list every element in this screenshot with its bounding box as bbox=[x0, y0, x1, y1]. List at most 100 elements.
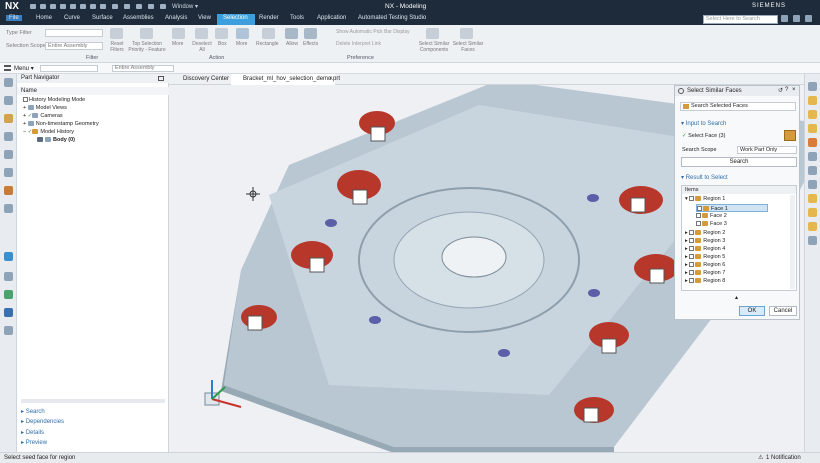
section-preview[interactable]: ▸ Preview bbox=[21, 438, 47, 448]
result-region-4[interactable]: ▸ Region 4 bbox=[685, 245, 725, 253]
section-dependencies[interactable]: ▸ Dependencies bbox=[21, 417, 64, 427]
select-similar-components-icon[interactable] bbox=[426, 28, 439, 39]
cancel-button[interactable]: Cancel bbox=[769, 306, 797, 316]
roles-icon[interactable] bbox=[4, 290, 13, 299]
tab-analysis[interactable]: Analysis bbox=[165, 15, 187, 21]
command-search-input[interactable]: Select Here to Search bbox=[703, 15, 778, 24]
maximize-navigator-icon[interactable] bbox=[158, 76, 164, 81]
section-details[interactable]: ▸ Details bbox=[21, 428, 44, 438]
hd3d-tools-icon[interactable] bbox=[4, 168, 13, 177]
settings-icon[interactable] bbox=[4, 78, 13, 87]
select-face-button[interactable] bbox=[784, 130, 796, 141]
tab-application[interactable]: Application bbox=[317, 15, 346, 21]
close-icon[interactable] bbox=[805, 15, 812, 22]
delete-interpret-link-option[interactable]: Delete Interpret Link bbox=[336, 41, 381, 47]
tab-close-icon[interactable]: × bbox=[329, 76, 333, 82]
reset-icon[interactable]: ↺ bbox=[778, 87, 783, 94]
knowledge-fusion-icon[interactable] bbox=[4, 308, 13, 317]
tree-row-model-history[interactable]: − ✓ Model History bbox=[23, 128, 74, 136]
select-face-row[interactable]: ✓ Select Face (3) bbox=[682, 133, 725, 139]
tab-curve[interactable]: Curve bbox=[64, 15, 80, 21]
copy-icon[interactable] bbox=[70, 4, 76, 9]
window-menu[interactable]: Window ▾ bbox=[172, 3, 198, 10]
tree-row-body[interactable]: Body (0) bbox=[37, 136, 75, 144]
part-navigator-icon[interactable] bbox=[4, 114, 13, 123]
navigator-hscrollbar[interactable] bbox=[21, 399, 165, 403]
result-region-6[interactable]: ▸ Region 6 bbox=[685, 261, 725, 269]
redo-icon[interactable] bbox=[50, 4, 56, 9]
notification-count[interactable]: 1 Notification bbox=[766, 453, 801, 463]
select-similar-faces-icon[interactable] bbox=[460, 28, 473, 39]
search-button[interactable]: Search bbox=[681, 157, 797, 167]
mic-icon[interactable] bbox=[112, 4, 118, 9]
section-input-to-search[interactable]: ▾ Input to Search bbox=[681, 120, 726, 127]
more-filter-icon[interactable] bbox=[172, 28, 185, 39]
cut-icon[interactable] bbox=[60, 4, 66, 9]
notification-icon[interactable]: ⚠ bbox=[758, 453, 763, 463]
fit-icon[interactable] bbox=[808, 96, 817, 105]
search-scope-dropdown[interactable]: Work Part Only bbox=[737, 146, 797, 154]
view-cube-icon[interactable] bbox=[808, 82, 817, 91]
paste-icon[interactable] bbox=[80, 4, 86, 9]
layers-icon[interactable] bbox=[808, 236, 817, 245]
result-region-8[interactable]: ▸ Region 8 bbox=[685, 277, 725, 285]
tree-row-history-mode[interactable]: History Modeling Mode bbox=[23, 96, 85, 104]
touch-icon[interactable] bbox=[100, 4, 106, 9]
tree-row-model-views[interactable]: + Model Views bbox=[23, 104, 67, 112]
shading-icon[interactable] bbox=[808, 138, 817, 147]
undo-icon[interactable] bbox=[40, 4, 46, 9]
tree-row-non-timestamp[interactable]: + Non-timestamp Geometry bbox=[23, 120, 99, 128]
type-filter-dropdown[interactable] bbox=[45, 29, 103, 37]
show-auto-pick-option[interactable]: Show Automatic Pick Bar Display bbox=[336, 29, 410, 35]
scope-dropdown-small[interactable]: Entire Assembly bbox=[112, 65, 174, 72]
tab-assemblies[interactable]: Assemblies bbox=[123, 15, 154, 21]
edge-icon[interactable] bbox=[808, 208, 817, 217]
collapse-arrow-icon[interactable]: ▴ bbox=[735, 294, 738, 301]
constraint-navigator-icon[interactable] bbox=[4, 132, 13, 141]
effects-icon[interactable] bbox=[304, 28, 317, 39]
face-highlight-icon[interactable] bbox=[808, 194, 817, 203]
tab-surface[interactable]: Surface bbox=[92, 15, 113, 21]
reset-filters-icon[interactable] bbox=[110, 28, 123, 39]
clock-icon[interactable] bbox=[808, 152, 817, 161]
dialog-close-icon[interactable]: × bbox=[792, 87, 796, 93]
tab-file[interactable]: File bbox=[6, 15, 22, 21]
system-materials-icon[interactable] bbox=[4, 252, 13, 261]
more-action-icon[interactable] bbox=[236, 28, 249, 39]
allow-icon[interactable] bbox=[285, 28, 298, 39]
rectangle-icon[interactable] bbox=[262, 28, 275, 39]
tab-part-file[interactable]: Bracket_ml_hov_selection_demo.prt bbox=[231, 74, 340, 85]
repeat-icon[interactable] bbox=[90, 4, 96, 9]
tab-automated-testing-studio[interactable]: Automated Testing Studio bbox=[358, 15, 426, 21]
web-browser-icon[interactable] bbox=[4, 186, 13, 195]
result-region-3[interactable]: ▸ Region 3 bbox=[685, 237, 725, 245]
search-type-dropdown[interactable]: Search Selected Faces bbox=[680, 102, 796, 111]
type-filter-dropdown-small[interactable] bbox=[40, 65, 98, 72]
menu-button[interactable]: Menu ▾ bbox=[14, 65, 34, 72]
tab-render[interactable]: Render bbox=[259, 15, 279, 21]
gear-icon[interactable] bbox=[678, 88, 684, 94]
result-face-3[interactable]: Face 3 bbox=[696, 220, 727, 228]
tab-home[interactable]: Home bbox=[36, 15, 52, 21]
results-scrollbar[interactable] bbox=[790, 195, 795, 289]
help-icon[interactable]: ? bbox=[785, 87, 788, 93]
minimize-icon[interactable] bbox=[793, 15, 800, 22]
rotate-icon[interactable] bbox=[808, 124, 817, 133]
result-region-1[interactable]: ▾ Region 1 bbox=[685, 195, 725, 203]
assembly-navigator-icon[interactable] bbox=[4, 96, 13, 105]
menu-icon[interactable] bbox=[4, 65, 11, 71]
tab-discovery-center[interactable]: Discovery Center bbox=[171, 74, 229, 85]
result-region-7[interactable]: ▸ Region 7 bbox=[685, 269, 725, 277]
reuse-library-icon[interactable] bbox=[4, 150, 13, 159]
window-switch-icon[interactable] bbox=[148, 4, 154, 9]
result-face-1[interactable]: Face 1 bbox=[696, 204, 768, 212]
result-region-5[interactable]: ▸ Region 5 bbox=[685, 253, 725, 261]
zoom-icon[interactable] bbox=[808, 110, 817, 119]
section-result-to-select[interactable]: ▾ Result to Select bbox=[681, 174, 728, 181]
history-palette-icon[interactable] bbox=[4, 204, 13, 213]
record-icon[interactable] bbox=[124, 4, 130, 9]
tab-view[interactable]: View bbox=[198, 15, 211, 21]
tree-row-cameras[interactable]: + ✓ Cameras bbox=[23, 112, 63, 120]
process-studio-icon[interactable] bbox=[4, 272, 13, 281]
section-search[interactable]: ▸ Search bbox=[21, 407, 45, 417]
